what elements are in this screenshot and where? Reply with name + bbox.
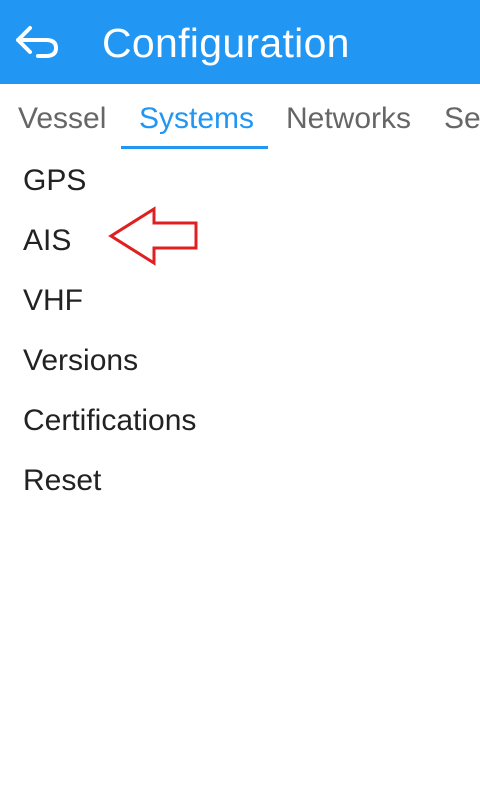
list-item-ais[interactable]: AIS bbox=[0, 212, 480, 272]
tab-services[interactable]: Ser bbox=[444, 84, 480, 152]
tab-networks[interactable]: Networks bbox=[286, 84, 411, 152]
configuration-screen: Configuration Vessel Systems Networks Se… bbox=[0, 0, 480, 800]
list-item-reset[interactable]: Reset bbox=[0, 452, 480, 512]
left-arrow-outline-icon bbox=[108, 206, 198, 266]
list-item-gps[interactable]: GPS bbox=[0, 152, 480, 212]
systems-list: GPS AIS VHF Versions Certifications Rese… bbox=[0, 152, 480, 512]
tab-bar: Vessel Systems Networks Ser bbox=[0, 84, 480, 152]
back-button[interactable] bbox=[8, 18, 64, 66]
list-item-vhf[interactable]: VHF bbox=[0, 272, 480, 332]
tab-vessel[interactable]: Vessel bbox=[18, 84, 106, 152]
back-arrow-icon bbox=[16, 26, 58, 58]
tab-systems[interactable]: Systems bbox=[139, 84, 254, 152]
list-item-versions[interactable]: Versions bbox=[0, 332, 480, 392]
active-tab-indicator bbox=[121, 146, 268, 149]
app-bar: Configuration bbox=[0, 0, 480, 84]
page-title: Configuration bbox=[102, 20, 350, 66]
list-item-certifications[interactable]: Certifications bbox=[0, 392, 480, 452]
